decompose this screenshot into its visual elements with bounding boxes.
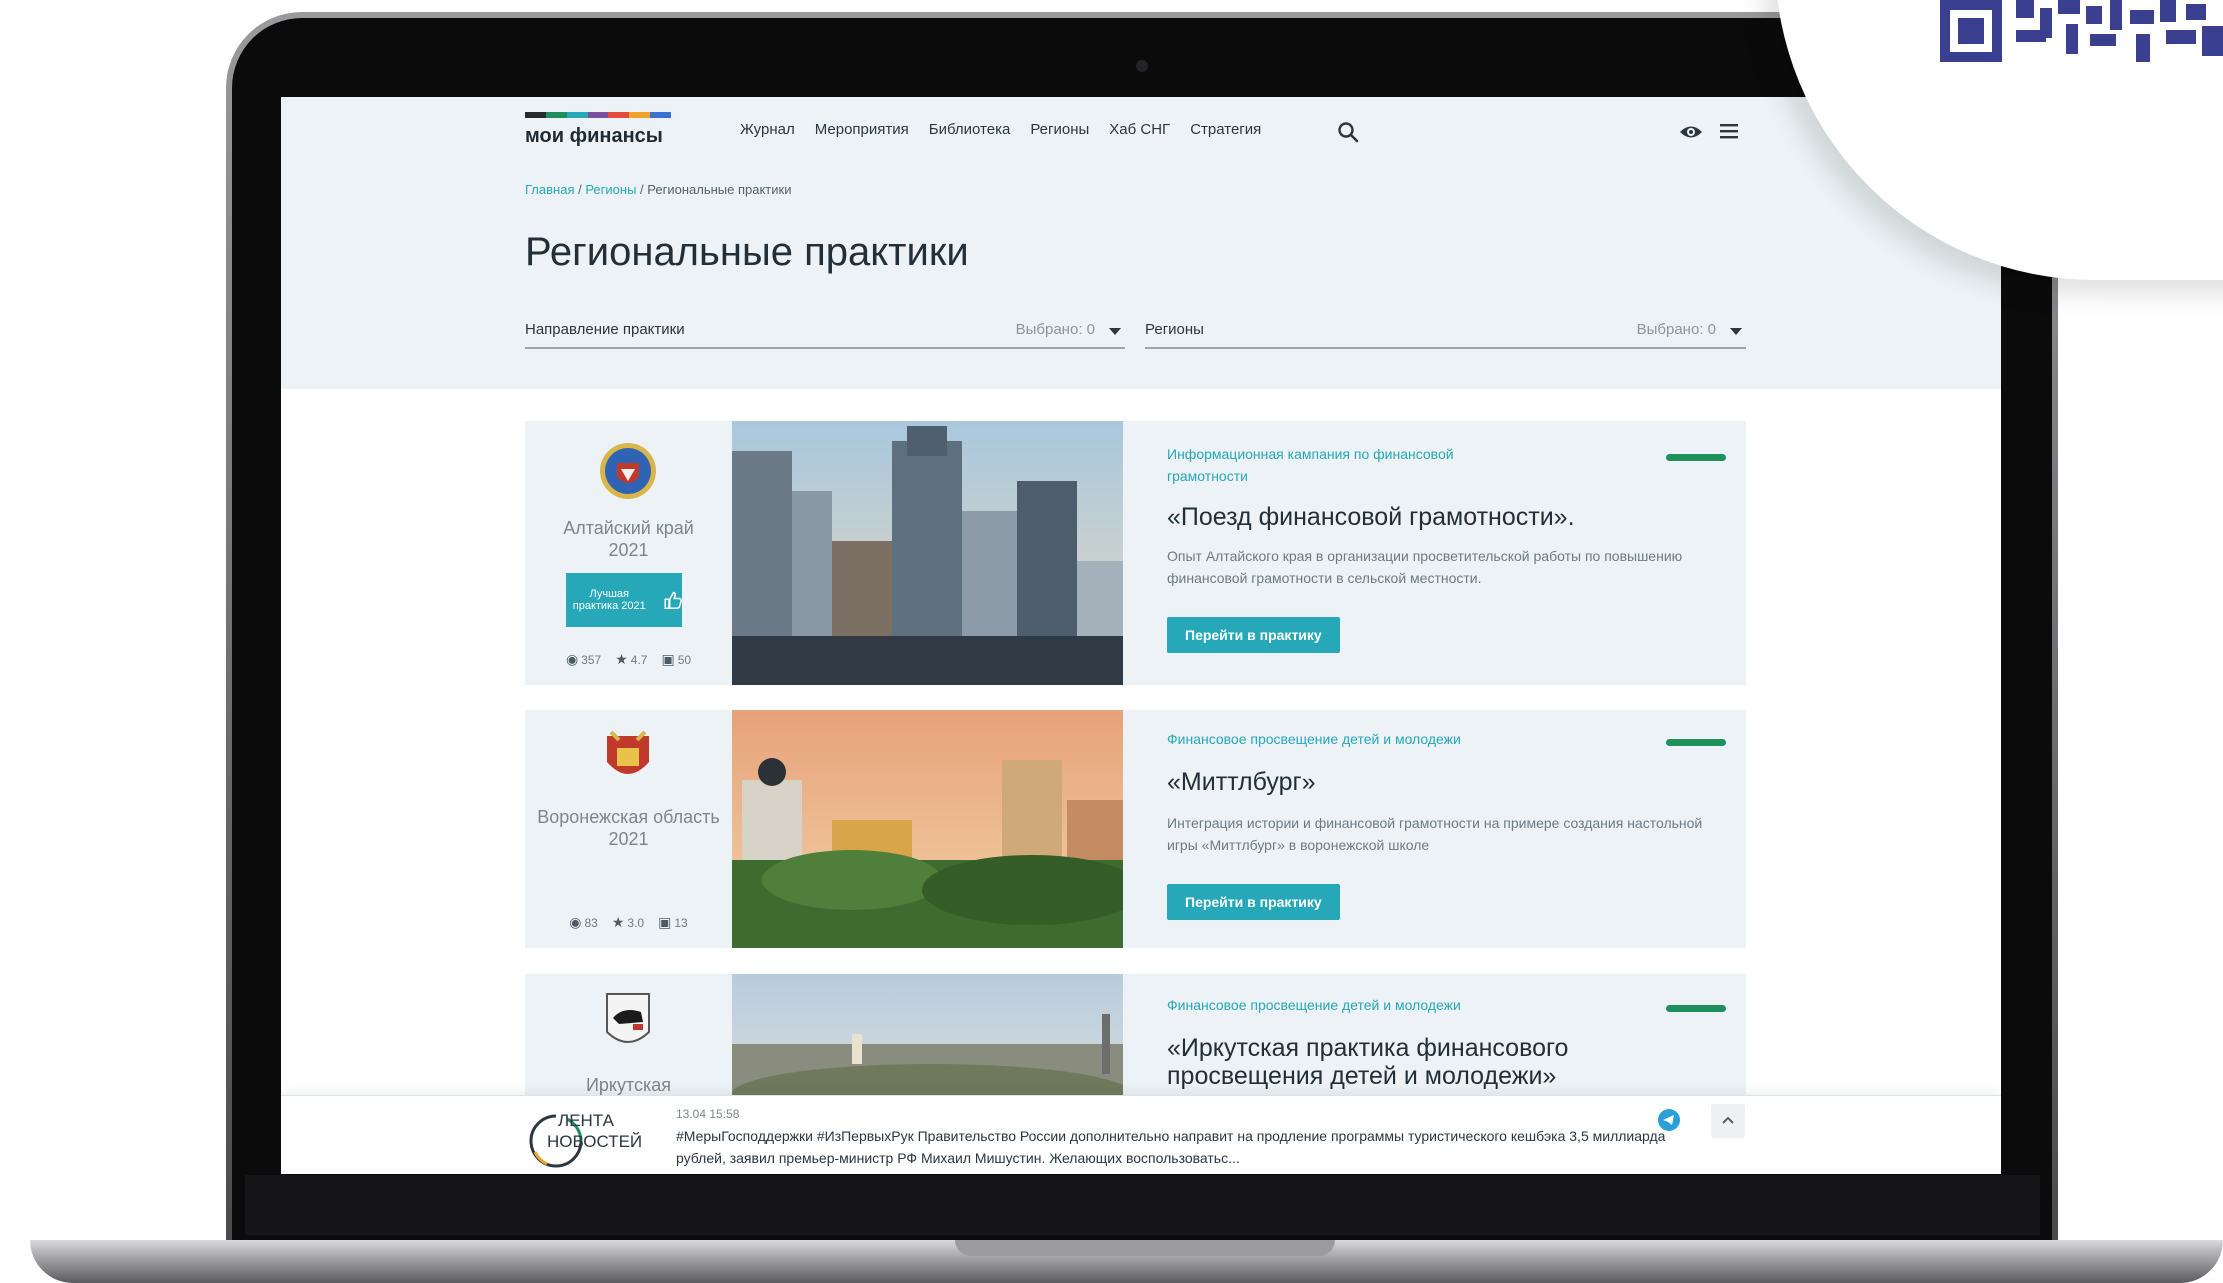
direction-filter-dropdown[interactable]: Направление практики Выбрано: 0 bbox=[525, 319, 1125, 349]
irkutsk-coat-of-arms-icon bbox=[606, 993, 650, 1043]
category-accent-dash bbox=[1666, 739, 1726, 746]
laptop-camera bbox=[1136, 60, 1148, 72]
saves-count: 13 bbox=[674, 916, 688, 930]
saves-count: 50 bbox=[677, 653, 692, 667]
breadcrumb-current: Региональные практики bbox=[647, 182, 792, 197]
nav-item-events[interactable]: Мероприятия bbox=[815, 121, 909, 138]
breadcrumb-home[interactable]: Главная bbox=[525, 182, 574, 197]
card-stats: ◉ 83 ★ 3.0 ▣ 13 bbox=[525, 914, 732, 931]
region-label: Алтайский край bbox=[563, 518, 694, 538]
regions-filter-label: Регионы bbox=[1145, 321, 1204, 338]
laptop-notch bbox=[955, 1240, 1335, 1256]
chevron-down-icon bbox=[1109, 328, 1121, 335]
go-to-practice-button[interactable]: Перейти в практику bbox=[1167, 617, 1340, 653]
views-icon: ◉ bbox=[569, 914, 582, 930]
chevron-down-icon bbox=[1730, 328, 1742, 335]
breadcrumb: Главная / Регионы / Региональные практик… bbox=[525, 182, 792, 197]
card-stats: ◉ 357 ★ 4.7 ▣ 50 bbox=[525, 651, 732, 668]
star-icon: ★ bbox=[615, 651, 628, 667]
region-year: 2021 bbox=[608, 540, 649, 560]
region-name: Иркутская bbox=[525, 1074, 732, 1096]
breadcrumb-regions[interactable]: Регионы bbox=[585, 182, 636, 197]
region-name: Воронежская область 2021 bbox=[525, 806, 732, 850]
voronezh-coat-of-arms-icon bbox=[607, 730, 649, 774]
altai-coat-of-arms-icon bbox=[600, 443, 656, 499]
laptop-chin bbox=[245, 1175, 2040, 1235]
page-header-area: мои финансы Журнал Мероприятия Библиотек… bbox=[281, 97, 2001, 389]
nav-item-regions[interactable]: Регионы bbox=[1030, 121, 1089, 138]
regions-filter-dropdown[interactable]: Регионы Выбрано: 0 bbox=[1145, 319, 1746, 349]
logo-color-bar bbox=[525, 112, 672, 118]
practice-category[interactable]: Информационная кампания по финансовой гр… bbox=[1167, 443, 1537, 487]
main-nav: Журнал Мероприятия Библиотека Регионы Ха… bbox=[740, 121, 1261, 138]
views-icon: ◉ bbox=[565, 651, 579, 667]
page-title: Региональные практики bbox=[525, 230, 969, 274]
go-to-practice-button[interactable]: Перейти в практику bbox=[1167, 884, 1340, 920]
news-feed-brand[interactable]: ЛЕНТА НОВОСТЕЙ bbox=[547, 1110, 643, 1152]
direction-filter-count: Выбрано: 0 bbox=[1015, 321, 1095, 338]
save-icon: ▣ bbox=[661, 651, 675, 667]
region-label: Иркутская bbox=[585, 1075, 672, 1095]
save-icon: ▣ bbox=[658, 914, 672, 930]
practice-card: Воронежская область 2021 ◉ 83 ★ 3.0 ▣ 13 Фи… bbox=[525, 710, 1746, 948]
rating-value: 4.7 bbox=[630, 653, 648, 667]
practice-description: Опыт Алтайского края в организации просв… bbox=[1167, 548, 1683, 586]
chevron-up-icon bbox=[1722, 1116, 1734, 1124]
region-label: Воронежская область bbox=[537, 807, 720, 827]
thumbs-up-icon bbox=[664, 591, 682, 609]
eye-icon[interactable] bbox=[1679, 122, 1703, 142]
rating-value: 3.0 bbox=[627, 916, 645, 930]
practice-description: Интеграция истории и финансовой грамотно… bbox=[1167, 815, 1703, 853]
practice-card: Алтайский край 2021 Лучшая практика 2021… bbox=[525, 421, 1746, 685]
practice-title[interactable]: «Поезд финансовой грамотности». bbox=[1167, 503, 1687, 531]
views-count: 83 bbox=[584, 916, 598, 930]
news-ticker: ЛЕНТА НОВОСТЕЙ 13.04 15:58 #МерыГосподде… bbox=[281, 1095, 2001, 1174]
region-year: 2021 bbox=[608, 829, 649, 849]
browser-screen: мои финансы Журнал Мероприятия Библиотек… bbox=[281, 97, 2001, 1174]
collapse-ticker-button[interactable] bbox=[1711, 1104, 1745, 1138]
regions-filter-count: Выбрано: 0 bbox=[1636, 321, 1716, 338]
search-icon[interactable] bbox=[1337, 121, 1359, 143]
voronezh-city-photo bbox=[732, 710, 1123, 948]
news-feed-brand-line2: НОВОСТЕЙ bbox=[547, 1132, 643, 1151]
practice-category[interactable]: Финансовое просвещение детей и молодежи bbox=[1167, 728, 1537, 750]
news-feed-brand-line1: ЛЕНТА bbox=[558, 1111, 614, 1130]
region-name: Алтайский край 2021 bbox=[525, 517, 732, 561]
nav-item-journal[interactable]: Журнал bbox=[740, 121, 795, 138]
category-accent-dash bbox=[1666, 1005, 1726, 1012]
nav-item-strategy[interactable]: Стратегия bbox=[1190, 121, 1261, 138]
category-accent-dash bbox=[1666, 454, 1726, 461]
news-timestamp: 13.04 15:58 bbox=[676, 1107, 740, 1121]
nav-item-library[interactable]: Библиотека bbox=[929, 121, 1011, 138]
telegram-icon[interactable] bbox=[1658, 1109, 1680, 1131]
barnaul-city-photo bbox=[732, 421, 1123, 685]
nav-item-hub-cis[interactable]: Хаб СНГ bbox=[1109, 121, 1170, 138]
practice-category[interactable]: Финансовое просвещение детей и молодежи bbox=[1167, 994, 1537, 1016]
star-icon: ★ bbox=[611, 914, 625, 930]
best-practice-badge-label: Лучшая практика 2021 bbox=[572, 588, 646, 612]
direction-filter-label: Направление практики bbox=[525, 321, 685, 338]
best-practice-badge: Лучшая практика 2021 bbox=[566, 573, 682, 627]
practice-title[interactable]: «Миттлбург» bbox=[1167, 768, 1687, 796]
views-count: 357 bbox=[581, 653, 602, 667]
qr-code-icon bbox=[1940, 0, 2223, 62]
practice-title[interactable]: «Иркутская практика финансового просвеще… bbox=[1167, 1034, 1687, 1090]
news-text[interactable]: #МерыГосподдержки #ИзПервыхРук Правитель… bbox=[676, 1125, 1686, 1169]
site-logo[interactable]: мои финансы bbox=[525, 125, 663, 148]
hamburger-menu-icon[interactable] bbox=[1719, 121, 1739, 141]
